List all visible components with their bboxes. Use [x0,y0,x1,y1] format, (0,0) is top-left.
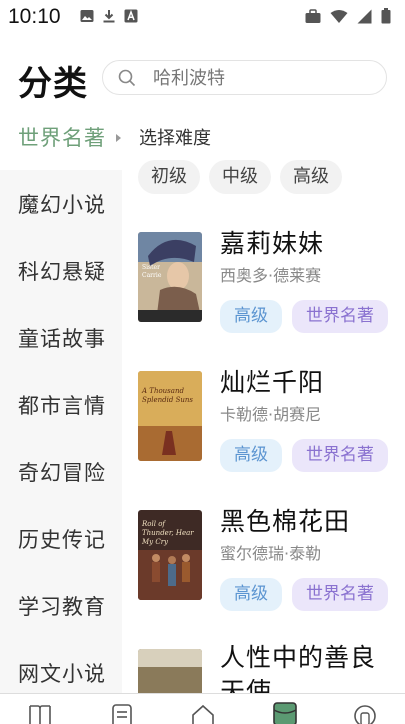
sidebar-item-label: 世界名著 [18,126,106,150]
notification-icons [80,9,138,23]
sidebar-item-label: 科幻悬疑 [18,260,106,284]
bottom-nav [0,693,405,724]
book-title[interactable]: 灿烂千阳 [220,363,324,399]
category-sidebar: 世界名著 魔幻小说 科幻悬疑 童话故事 都市言情 奇幻冒险 历史传记 学习教育 … [0,104,122,720]
book-title[interactable]: 人性中的善良天使 [220,641,400,694]
battery-icon [381,8,391,24]
search-icon [118,69,136,87]
book-author: 蜜尔德瑞·泰勒 [220,544,322,563]
briefcase-icon [305,8,321,23]
download-icon [103,10,115,23]
book-item[interactable]: 人性中的善良天使 [138,643,405,694]
wifi-icon [330,9,348,23]
category-tag: 世界名著 [292,300,388,333]
difficulty-chip-beginner[interactable]: 初级 [138,160,200,194]
sidebar-item-history-biography[interactable]: 历史传记 [0,506,122,572]
home-icon[interactable] [191,704,215,724]
book-icon[interactable] [28,704,52,724]
header: 分类 [0,48,405,104]
difficulty-chip-advanced[interactable]: 高级 [280,160,342,194]
sidebar-item-label: 童话故事 [18,327,106,351]
book-author: 卡勒德·胡赛尼 [220,405,322,424]
sidebar-item-label: 魔幻小说 [18,193,106,217]
difficulty-chip-intermediate[interactable]: 中级 [209,160,271,194]
search-input[interactable] [153,65,373,91]
a-box-icon [124,9,138,23]
sidebar-item-label: 都市言情 [18,394,106,418]
level-tag: 高级 [220,439,282,472]
sidebar-item-adventure[interactable]: 奇幻冒险 [0,439,122,505]
page-title: 分类 [18,64,88,104]
sidebar-item-label: 历史传记 [18,528,106,552]
book-cover-art [138,371,202,461]
status-bar: 10:10 [0,0,405,34]
sidebar-item-label: 学习教育 [18,595,106,619]
sidebar-item-fairy-tales[interactable]: 童话故事 [0,305,122,371]
image-icon [80,10,94,22]
book-author: 西奥多·德莱赛 [220,266,322,285]
caret-right-icon [116,134,121,142]
signal-icon [357,9,372,23]
book-cover[interactable]: Roll of Thunder, Hear My Cry [138,510,202,600]
book-cover[interactable]: Sister Carrie [138,232,202,322]
system-icons [305,8,391,24]
sidebar-item-scifi-mystery[interactable]: 科幻悬疑 [0,238,122,304]
book-cover-art [138,649,202,694]
profile-icon[interactable] [353,704,377,724]
book-cover[interactable] [138,649,202,694]
book-item[interactable]: Sister Carrie 嘉莉妹妹 西奥多·德莱赛 高级 世界名著 [138,229,405,360]
book-list-panel: 选择难度 初级 中级 高级 Sister Carrie 嘉莉妹妹 西奥多·德莱赛… [122,104,405,694]
document-icon[interactable] [110,704,134,724]
sidebar-item-label: 奇幻冒险 [18,461,106,485]
book-title[interactable]: 黑色棉花田 [220,502,350,538]
book-title[interactable]: 嘉莉妹妹 [220,224,324,260]
book-cover-text: A Thousand Splendid Suns [142,387,193,404]
book-cover-text: Roll of Thunder, Hear My Cry [142,520,194,546]
status-time: 10:10 [8,5,61,28]
book-cover[interactable]: A Thousand Splendid Suns [138,371,202,461]
level-tag: 高级 [220,300,282,333]
book-item[interactable]: Roll of Thunder, Hear My Cry 黑色棉花田 蜜尔德瑞·… [138,507,405,638]
sidebar-item-fantasy[interactable]: 魔幻小说 [0,171,122,237]
category-icon[interactable] [272,700,298,724]
sidebar-item-urban-romance[interactable]: 都市言情 [0,372,122,438]
category-tag: 世界名著 [292,578,388,611]
level-tag: 高级 [220,578,282,611]
sidebar-item-education[interactable]: 学习教育 [0,573,122,639]
book-cover-text: Sister Carrie [142,264,162,279]
search-box[interactable] [102,60,387,95]
category-tag: 世界名著 [292,439,388,472]
sidebar-item-label: 网文小说 [18,662,106,686]
sidebar-item-world-classics[interactable]: 世界名著 [0,104,122,170]
difficulty-title: 选择难度 [139,128,211,149]
book-item[interactable]: A Thousand Splendid Suns 灿烂千阳 卡勒德·胡赛尼 高级… [138,368,405,499]
